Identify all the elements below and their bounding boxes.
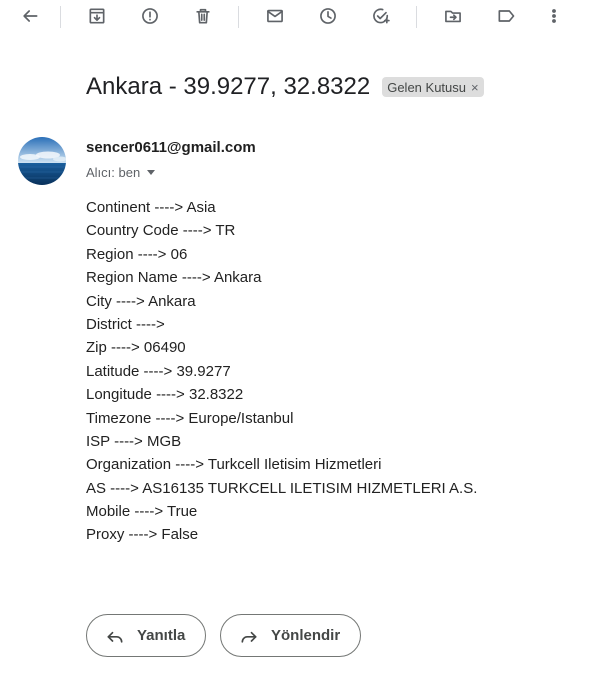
labels-icon[interactable] — [492, 2, 520, 30]
back-arrow-icon[interactable] — [16, 2, 44, 30]
move-to-icon[interactable] — [439, 2, 467, 30]
label-chip-text: Gelen Kutusu — [387, 79, 466, 95]
add-task-icon[interactable] — [367, 2, 395, 30]
body-line: Mobile ----> True — [86, 503, 198, 521]
forward-label: Yönlendir — [271, 627, 341, 644]
body-line: Zip ----> 06490 — [86, 339, 186, 357]
avatar-image — [18, 137, 66, 185]
body-line: City ----> Ankara — [86, 292, 196, 310]
remove-label-icon[interactable]: × — [471, 80, 479, 95]
delete-icon[interactable] — [189, 2, 217, 30]
label-chip-inbox[interactable]: Gelen Kutusu × — [382, 77, 484, 97]
body-line: Proxy ----> False — [86, 526, 199, 544]
email-subject: Ankara - 39.9277, 32.8322 — [86, 73, 371, 100]
body-line: AS ----> AS16135 TURKCELL ILETISIM HIZME… — [86, 479, 478, 497]
archive-icon[interactable] — [83, 2, 111, 30]
body-line: Organization ----> Turkcell Iletisim Hiz… — [86, 456, 382, 474]
recipient-label: Alıcı: ben — [86, 165, 141, 180]
caret-down-icon — [147, 170, 156, 175]
mark-unread-icon[interactable] — [261, 2, 289, 30]
body-line: Country Code ----> TR — [86, 222, 236, 240]
reply-label: Yanıtla — [137, 627, 186, 644]
sender-email[interactable]: sencer0611@gmail.com — [86, 139, 256, 156]
email-body: Continent ----> Asia Country Code ----> … — [86, 196, 477, 547]
subject-row: Ankara - 39.9277, 32.8322 Gelen Kutusu × — [86, 70, 484, 104]
body-line: Continent ----> Asia — [86, 199, 216, 216]
toolbar — [0, 0, 589, 34]
toolbar-divider — [238, 6, 239, 28]
toolbar-divider — [416, 6, 417, 28]
recipient-details-toggle[interactable]: Alıcı: ben — [86, 165, 156, 180]
report-spam-icon[interactable] — [136, 2, 164, 30]
forward-button[interactable]: Yönlendir — [220, 614, 362, 657]
body-line: Latitude ----> 39.9277 — [86, 362, 231, 380]
body-line: Region ----> 06 — [86, 245, 188, 263]
more-vert-icon[interactable] — [540, 2, 568, 30]
snooze-icon[interactable] — [314, 2, 342, 30]
reply-button[interactable]: Yanıtla — [86, 614, 207, 657]
body-line: Timezone ----> Europe/Istanbul — [86, 409, 294, 427]
body-line: ISP ----> MGB — [86, 432, 182, 450]
body-line: District ----> — [86, 315, 165, 333]
body-line: Region Name ----> Ankara — [86, 269, 262, 287]
forward-icon — [241, 631, 257, 643]
body-line: Longitude ----> 32.8322 — [86, 386, 244, 404]
toolbar-divider — [60, 6, 61, 28]
avatar[interactable] — [18, 137, 66, 185]
reply-icon — [107, 631, 123, 643]
